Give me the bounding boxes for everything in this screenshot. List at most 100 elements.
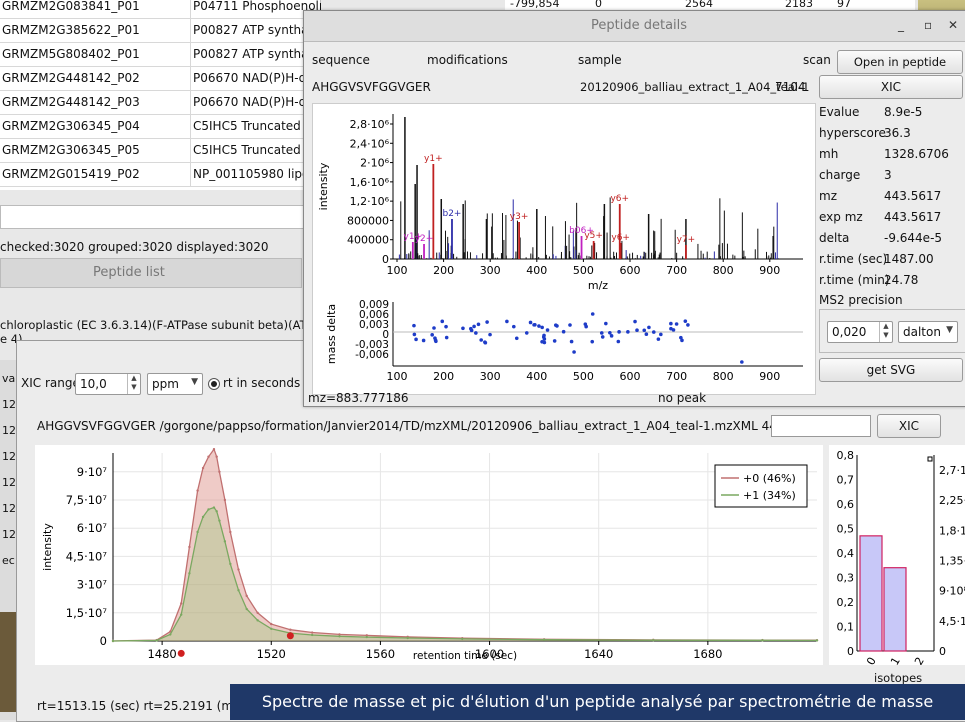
- series-point: [155, 639, 158, 642]
- series-point: [218, 470, 221, 473]
- xic-search-field[interactable]: [771, 415, 871, 437]
- isotope-tick-label: 0: [864, 655, 879, 665]
- x-tick-label: 100: [387, 264, 408, 277]
- delta-x-tick-label: 600: [620, 370, 641, 383]
- series-point: [256, 619, 259, 622]
- table-row: GRMZM2G306345_P05 C5IHC5 Truncated cyt: [0, 138, 321, 163]
- tab-peptide-list-label: Peptide list: [93, 265, 165, 280]
- accession-cell: GRMZM2G083841_P01: [2, 0, 140, 13]
- spin-arrows-icon[interactable]: ▲ ▼: [127, 374, 140, 394]
- isotope-tick-label: 2: [912, 655, 927, 665]
- iso-y2-tick-label: 1,8·10⁹: [939, 524, 965, 537]
- xic-button[interactable]: XIC: [877, 414, 941, 438]
- modifications-header: modifications: [427, 53, 508, 67]
- peak-boundary-marker: [177, 649, 185, 657]
- delta-point: [542, 333, 546, 338]
- delta-x-tick-label: 200: [433, 370, 454, 383]
- table-row: GRMZM2G306345_P04 C5IHC5 Truncated cyt: [0, 114, 321, 139]
- ms2-precision-label: MS2 precision: [819, 293, 903, 307]
- series-point: [111, 639, 115, 643]
- info-label: hyperscore: [819, 126, 886, 140]
- open-peptide-viewer-button[interactable]: Open in peptide viewer: [837, 50, 963, 91]
- series-point: [201, 466, 205, 470]
- delta-point: [590, 312, 595, 316]
- isotope-chart: 0 0,1 0,2 0,3 0,4 0,5 0,6 0,7 0,8 0 4,5·10⁸ 9·10⁸ 1,…: [829, 445, 965, 668]
- series-point: [215, 510, 218, 513]
- series-point: [196, 489, 199, 492]
- xic-unit-value: ppm: [152, 377, 179, 391]
- precision-unit-select[interactable]: dalton ▼: [898, 321, 958, 343]
- xic-chart: 1480 1520 1560 1600 1640 1680 0 1,5·10⁷ 3·10⁷ 4,5…: [35, 445, 823, 665]
- ion-label: y6+: [610, 194, 629, 204]
- precision-spinbox[interactable]: 0,020 ▲ ▼: [827, 321, 893, 343]
- strip-label: 12: [2, 528, 16, 541]
- delta-x-tick-label: 700: [666, 370, 687, 383]
- delta-point: [669, 326, 673, 331]
- isotope-bar: [883, 567, 907, 652]
- delta-point: [617, 330, 621, 334]
- extra-cell: 2183: [785, 0, 813, 10]
- get-svg-button[interactable]: get SVG: [819, 358, 963, 382]
- iso-y-tick-label: 0,2: [837, 596, 855, 609]
- series-point: [256, 611, 259, 614]
- x-tick-label: 1560: [366, 647, 395, 661]
- y-tick-label: 400000: [347, 234, 389, 247]
- sample-header: sample: [578, 53, 622, 67]
- maximize-icon[interactable]: ▫: [924, 18, 932, 32]
- series-point: [365, 635, 368, 639]
- description-cell: P00827 ATP synthase: [190, 18, 321, 42]
- description-cell: P04711 Phosphoenolpyruvate carboxylase 1…: [190, 0, 321, 18]
- y-tick-label: 9·10⁷: [77, 465, 108, 479]
- description-cell: NP_001105980 lipox: [190, 162, 321, 186]
- strip-label: 12: [2, 450, 16, 463]
- tab-peptide-list[interactable]: Peptide list: [0, 258, 302, 288]
- rt-footer: rt=1513.15 (sec) rt=25.2191 (min): [37, 699, 249, 713]
- accession-cell: GRMZM2G385622_P01: [2, 23, 140, 37]
- ion-label: y3+: [510, 212, 529, 222]
- iso-y2-tick-label: 0: [939, 645, 946, 658]
- series-point: [245, 594, 248, 598]
- series-point: [761, 639, 764, 642]
- xic-unit-select[interactable]: ppm ▼: [147, 373, 203, 395]
- chevron-down-icon: ▼: [191, 377, 198, 387]
- xic-open-button[interactable]: XIC: [819, 75, 963, 99]
- x-tick-label: 500: [573, 264, 594, 277]
- delta-point: [569, 339, 574, 344]
- accession-cell: GRMZM2G306345_P04: [2, 119, 140, 133]
- peak-status: no peak: [658, 391, 707, 405]
- extra-cell: 97: [837, 0, 851, 10]
- delta-point: [656, 337, 661, 341]
- rt-seconds-radio[interactable]: [208, 378, 220, 390]
- x-axis-title: retention time (sec): [413, 650, 517, 662]
- delta-point: [647, 325, 651, 330]
- delta-point: [542, 337, 547, 341]
- x-tick-label: 1520: [257, 647, 286, 661]
- legend-label: +1 (34%): [743, 489, 796, 502]
- info-label: Evalue: [819, 105, 860, 119]
- delta-point: [740, 360, 744, 364]
- ion-label: y6+: [611, 233, 630, 243]
- series-point: [229, 562, 232, 566]
- minimize-icon[interactable]: _: [898, 18, 904, 32]
- info-value: 443.5617: [884, 210, 942, 224]
- filter-input[interactable]: [0, 205, 312, 229]
- close-icon[interactable]: ✕: [948, 18, 958, 32]
- info-label: mh: [819, 147, 839, 161]
- y-tick-label: 800000: [347, 214, 389, 227]
- window-titlebar: Peptide details _ ▫ ✕: [304, 11, 965, 42]
- description-cell: P00827 ATP synthase: [190, 42, 321, 66]
- status-counts: checked:3020 grouped:3020 displayed:3020: [0, 240, 269, 254]
- delta-point: [600, 335, 605, 339]
- y-axis-title: intensity: [41, 523, 54, 571]
- spin-arrows-icon[interactable]: ▲ ▼: [879, 322, 892, 342]
- ion-label: y1+: [404, 232, 423, 242]
- y-tick-label: 7,5·10⁷: [66, 493, 108, 507]
- delta-point: [635, 328, 639, 333]
- iso-y-tick-label: 0,4: [837, 547, 855, 560]
- iso-y-tick-label: 0,1: [837, 621, 855, 634]
- delta-point: [434, 339, 438, 344]
- xic-range-spinbox[interactable]: 10,0 ▲ ▼: [75, 373, 141, 395]
- strip-label: 12: [2, 502, 16, 515]
- series-point: [207, 455, 210, 458]
- info-value: 24.78: [884, 273, 919, 287]
